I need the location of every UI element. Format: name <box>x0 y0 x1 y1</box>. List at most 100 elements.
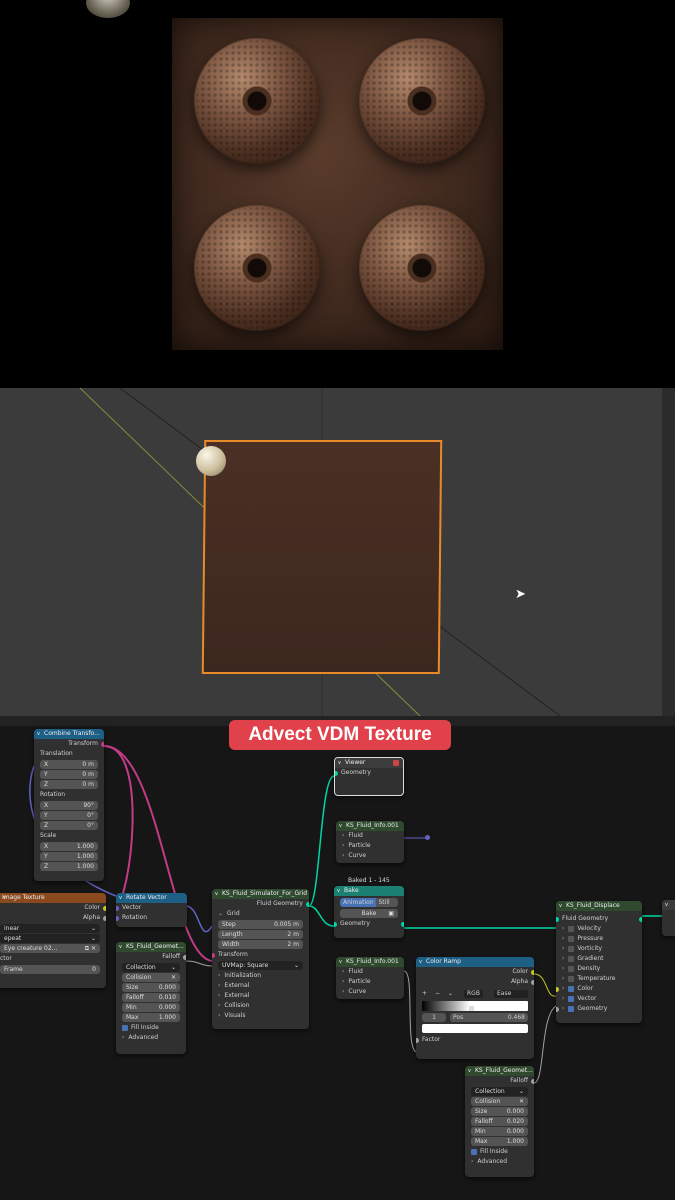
ramp-stop-handle[interactable] <box>468 1006 474 1011</box>
remove-stop-icon[interactable]: − <box>435 990 440 997</box>
collision-selector[interactable]: Collision ✕ <box>122 973 180 982</box>
rotation-x-field[interactable]: X 90° <box>40 801 98 810</box>
viewer-node[interactable]: Viewer Geometry <box>334 757 404 796</box>
input-socket[interactable] <box>556 917 559 922</box>
collision-panel[interactable]: › Collision <box>212 1001 309 1011</box>
fluid-info-node[interactable]: KS_Fluid_Info.001 ›Fluid ›Particle ›Curv… <box>336 821 404 863</box>
visuals-panel[interactable]: › Visuals <box>212 1011 309 1021</box>
initialization-panel[interactable]: › Initialization <box>212 971 309 981</box>
node-header[interactable]: Rotate Vector <box>116 893 187 903</box>
image-selector[interactable]: Eye creature 02... ⧉ ✕ <box>0 944 100 953</box>
translation-y-field[interactable]: Y0 m <box>40 770 98 779</box>
external-panel[interactable]: › External <box>212 981 309 991</box>
output-socket[interactable] <box>306 902 309 907</box>
pressure-item[interactable]: › Pressure <box>556 934 642 944</box>
combine-transform-node[interactable]: Combine Transfo... Transform Translation… <box>34 729 104 881</box>
fluid-simulator-node[interactable]: KS_Fluid_Simulator_For_Grid Fluid Geomet… <box>212 889 309 1029</box>
temperature-item[interactable]: › Temperature <box>556 974 642 984</box>
translation-z-field[interactable]: Z0 m <box>40 780 98 789</box>
velocity-item[interactable]: › Velocity <box>556 924 642 934</box>
translation-x-field[interactable]: X0 m <box>40 760 98 769</box>
scale-z-field[interactable]: Z 1.000 <box>40 862 98 871</box>
particle-panel[interactable]: › Particle <box>336 977 404 987</box>
falloff-field[interactable]: Falloff 0.020 <box>471 1117 528 1126</box>
rotation-y-field[interactable]: Y 0° <box>40 811 98 820</box>
bake-mode-toggle[interactable]: Animation Still <box>340 898 398 907</box>
output-socket[interactable] <box>183 955 186 960</box>
ks-fluid-geometry-node[interactable]: KS_Fluid_Geomet... Falloff Collection⌄ C… <box>116 942 186 1054</box>
color-mode-dropdown[interactable]: RGB <box>464 990 483 998</box>
add-stop-icon[interactable]: + <box>422 990 427 997</box>
color-ramp-node[interactable]: Color Ramp Color Alpha + − ⌄ RGB Ease 1 … <box>416 957 534 1059</box>
falloff-field[interactable]: Falloff 0.010 <box>122 993 180 1002</box>
still-toggle[interactable]: Still <box>375 898 398 907</box>
viewer-toggle-icon[interactable] <box>393 760 399 766</box>
uvmap-dropdown[interactable]: UVMap: Square ⌄ <box>218 961 303 970</box>
output-socket[interactable] <box>531 1079 534 1084</box>
min-field[interactable]: Min 0.000 <box>122 1003 180 1012</box>
color-item[interactable]: › Color <box>556 984 642 994</box>
scale-x-field[interactable]: X 1.000 <box>40 842 98 851</box>
sphere-object[interactable] <box>196 446 226 476</box>
width-field[interactable]: Width 2 m <box>218 940 303 949</box>
input-socket[interactable] <box>212 953 215 958</box>
rotate-vector-node[interactable]: Rotate Vector Vector Rotation <box>116 893 187 927</box>
output-socket[interactable] <box>531 980 534 985</box>
selected-plane-object[interactable] <box>201 440 443 674</box>
input-socket[interactable] <box>556 987 559 992</box>
animation-toggle[interactable]: Animation <box>340 898 376 907</box>
stop-position-field[interactable]: Pos 0.468 <box>450 1013 528 1022</box>
output-socket[interactable] <box>103 916 106 921</box>
node-header[interactable]: KS_Fluid_Geomet... <box>116 942 186 952</box>
node-header[interactable]: Image Texture <box>0 893 106 903</box>
grid-panel[interactable]: ⌄ Grid <box>212 909 309 919</box>
fill-inside-checkbox[interactable]: Fill Inside <box>116 1023 186 1033</box>
interpolation-dropdown[interactable]: inear ⌄ <box>0 924 100 933</box>
node-header[interactable]: Combine Transfo... <box>34 729 104 739</box>
density-item[interactable]: › Density <box>556 964 642 974</box>
offscreen-node[interactable] <box>662 900 675 936</box>
bake-button[interactable]: Bake ▣ <box>340 909 398 918</box>
stop-index-field[interactable]: 1 <box>422 1013 446 1022</box>
external-panel-2[interactable]: › External <box>212 991 309 1001</box>
input-socket[interactable] <box>116 906 119 911</box>
fluid-panel[interactable]: › Fluid <box>336 831 404 841</box>
output-socket[interactable] <box>531 970 534 975</box>
node-header[interactable]: Bake <box>334 886 404 896</box>
chevron-down-icon[interactable]: ⌄ <box>448 990 453 997</box>
curve-panel[interactable]: › Curve <box>336 851 404 861</box>
step-field[interactable]: Step 0.005 m <box>218 920 303 929</box>
max-field[interactable]: Max 1.000 <box>471 1137 528 1146</box>
output-socket[interactable] <box>103 906 106 911</box>
input-socket[interactable] <box>335 771 338 776</box>
node-header[interactable]: KS_Fluid_Geomet... <box>465 1066 534 1076</box>
advanced-panel[interactable]: › Advanced <box>465 1157 534 1167</box>
vorticity-item[interactable]: › Vorticity <box>556 944 642 954</box>
node-header[interactable]: Color Ramp <box>416 957 534 967</box>
geometry-item[interactable]: › Geometry <box>556 1004 642 1014</box>
image-texture-node[interactable]: Image Texture Color Alpha inear⌄ epeat⌄ … <box>0 893 106 988</box>
rotation-z-field[interactable]: Z 0° <box>40 821 98 830</box>
input-socket[interactable] <box>116 916 119 921</box>
input-socket[interactable] <box>556 1007 559 1012</box>
fluid-panel[interactable]: › Fluid <box>336 967 404 977</box>
node-header[interactable]: KS_Fluid_Simulator_For_Grid <box>212 889 309 899</box>
output-socket[interactable] <box>101 742 104 747</box>
node-header[interactable]: KS_Fluid_Displace <box>556 901 642 911</box>
vector-item[interactable]: › Vector <box>556 994 642 1004</box>
output-socket[interactable] <box>639 917 642 922</box>
fluid-displace-node[interactable]: KS_Fluid_Displace Fluid Geometry ›Veloci… <box>556 901 642 1023</box>
particle-panel[interactable]: › Particle <box>336 841 404 851</box>
orphan-socket[interactable] <box>425 835 430 840</box>
input-socket[interactable] <box>334 922 337 927</box>
gradient-item[interactable]: › Gradient <box>556 954 642 964</box>
advanced-panel[interactable]: › Advanced <box>116 1033 186 1043</box>
ks-fluid-geometry-node-2[interactable]: KS_Fluid_Geomet... Falloff Collection⌄ C… <box>465 1066 534 1177</box>
scale-y-field[interactable]: Y 1.000 <box>40 852 98 861</box>
interpolation-dropdown[interactable]: Ease <box>494 990 528 998</box>
node-header[interactable]: KS_Fluid_Info.001 <box>336 957 404 967</box>
length-field[interactable]: Length 2 m <box>218 930 303 939</box>
curve-panel[interactable]: › Curve <box>336 987 404 997</box>
frame-field[interactable]: Frame 0 <box>0 965 100 974</box>
properties-sidebar[interactable] <box>662 388 675 716</box>
